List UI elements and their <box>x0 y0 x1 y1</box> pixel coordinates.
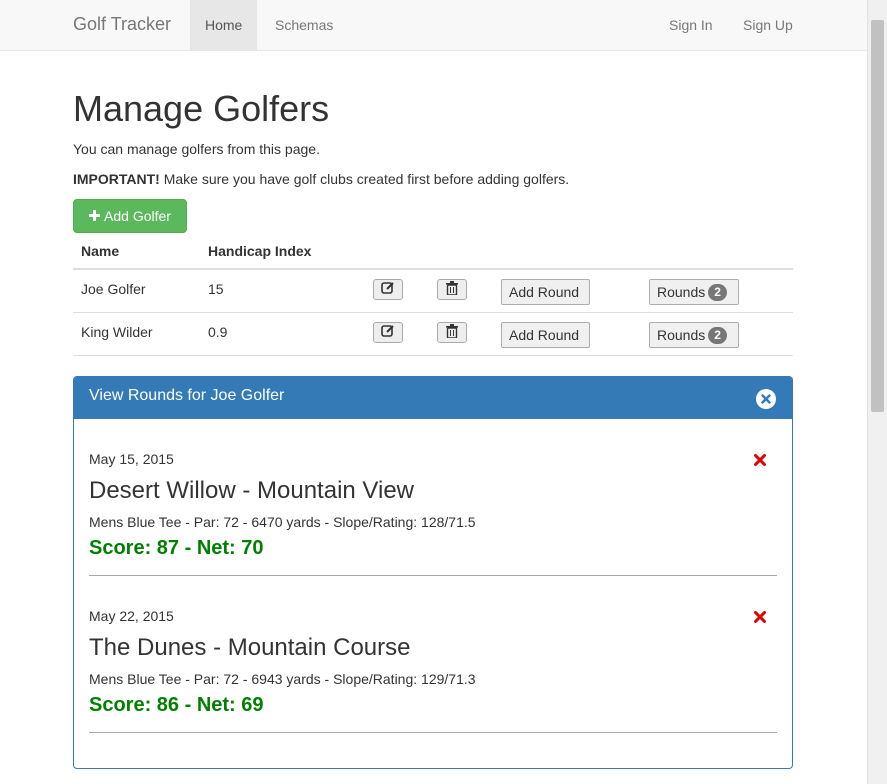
rounds-label: Rounds <box>657 327 706 343</box>
round-score: Score: 86 - Net: 69 <box>89 694 264 716</box>
rounds-count-badge: 2 <box>708 284 727 301</box>
round-score: Score: 87 - Net: 70 <box>89 537 264 559</box>
delete-golfer-button[interactable] <box>437 279 467 300</box>
header-name: Name <box>81 243 120 259</box>
important-label: IMPORTANT! <box>73 171 160 187</box>
delete-round-button[interactable] <box>753 610 767 624</box>
delete-x-icon <box>753 454 767 470</box>
add-golfer-label: Add Golfer <box>104 208 171 224</box>
edit-golfer-button[interactable] <box>373 279 403 300</box>
round-course: The Dunes - Mountain Course <box>89 634 411 661</box>
delete-x-icon <box>753 611 767 627</box>
rounds-button[interactable]: Rounds 2 <box>649 322 739 348</box>
add-round-button[interactable]: Add Round <box>501 279 590 305</box>
page-title: Manage Golfers <box>73 88 330 129</box>
header-handicap: Handicap Index <box>208 243 312 259</box>
round-details: Mens Blue Tee - Par: 72 - 6470 yards - S… <box>89 514 476 530</box>
brand-link[interactable]: Golf Tracker <box>73 14 171 35</box>
panel-title: View Rounds for Joe Golfer <box>89 387 285 404</box>
delete-round-button[interactable] <box>753 453 767 467</box>
table-row: Joe Golfer 15 Add Round Rounds 2 <box>73 270 793 313</box>
navbar: Golf Tracker Home Schemas Sign In Sign U… <box>0 0 867 51</box>
nav-sign-in[interactable]: Sign In <box>654 0 728 50</box>
close-icon <box>761 391 771 407</box>
rounds-label: Rounds <box>657 284 706 300</box>
plus-icon <box>89 200 101 232</box>
trash-icon <box>446 281 458 298</box>
round-date: May 15, 2015 <box>89 451 174 467</box>
scrollbar-thumb[interactable] <box>871 20 884 412</box>
edit-icon <box>381 324 395 341</box>
golfer-handicap: 15 <box>208 281 224 297</box>
edit-icon <box>381 281 395 298</box>
round-divider <box>89 732 777 733</box>
intro-text: You can manage golfers from this page. <box>73 141 320 157</box>
panel-heading: View Rounds for Joe Golfer <box>74 377 792 419</box>
golfer-name: Joe Golfer <box>81 281 146 297</box>
round-divider <box>89 575 777 576</box>
round-course: Desert Willow - Mountain View <box>89 477 414 504</box>
trash-icon <box>446 324 458 341</box>
nav-home[interactable]: Home <box>190 0 258 50</box>
nav-schemas[interactable]: Schemas <box>260 0 348 50</box>
add-golfer-button[interactable]: Add Golfer <box>73 199 187 233</box>
round-details: Mens Blue Tee - Par: 72 - 6943 yards - S… <box>89 671 476 687</box>
important-text: Make sure you have golf clubs created fi… <box>159 171 570 187</box>
important-notice: IMPORTANT! Make sure you have golf clubs… <box>73 171 569 187</box>
rounds-panel: View Rounds for Joe Golfer May 15, 2015 … <box>73 376 793 769</box>
golfers-table-header: Name Handicap Index <box>73 233 793 270</box>
rounds-count-badge: 2 <box>708 327 727 344</box>
golfer-name: King Wilder <box>81 324 153 340</box>
rounds-button[interactable]: Rounds 2 <box>649 279 739 305</box>
golfer-handicap: 0.9 <box>208 324 228 340</box>
close-panel-button[interactable] <box>756 389 776 409</box>
vertical-scrollbar[interactable] <box>867 0 887 784</box>
table-row: King Wilder 0.9 Add Round Rounds 2 <box>73 313 793 356</box>
nav-sign-up[interactable]: Sign Up <box>728 0 808 50</box>
edit-golfer-button[interactable] <box>373 322 403 343</box>
add-round-button[interactable]: Add Round <box>501 322 590 348</box>
delete-golfer-button[interactable] <box>437 322 467 343</box>
round-date: May 22, 2015 <box>89 608 174 624</box>
